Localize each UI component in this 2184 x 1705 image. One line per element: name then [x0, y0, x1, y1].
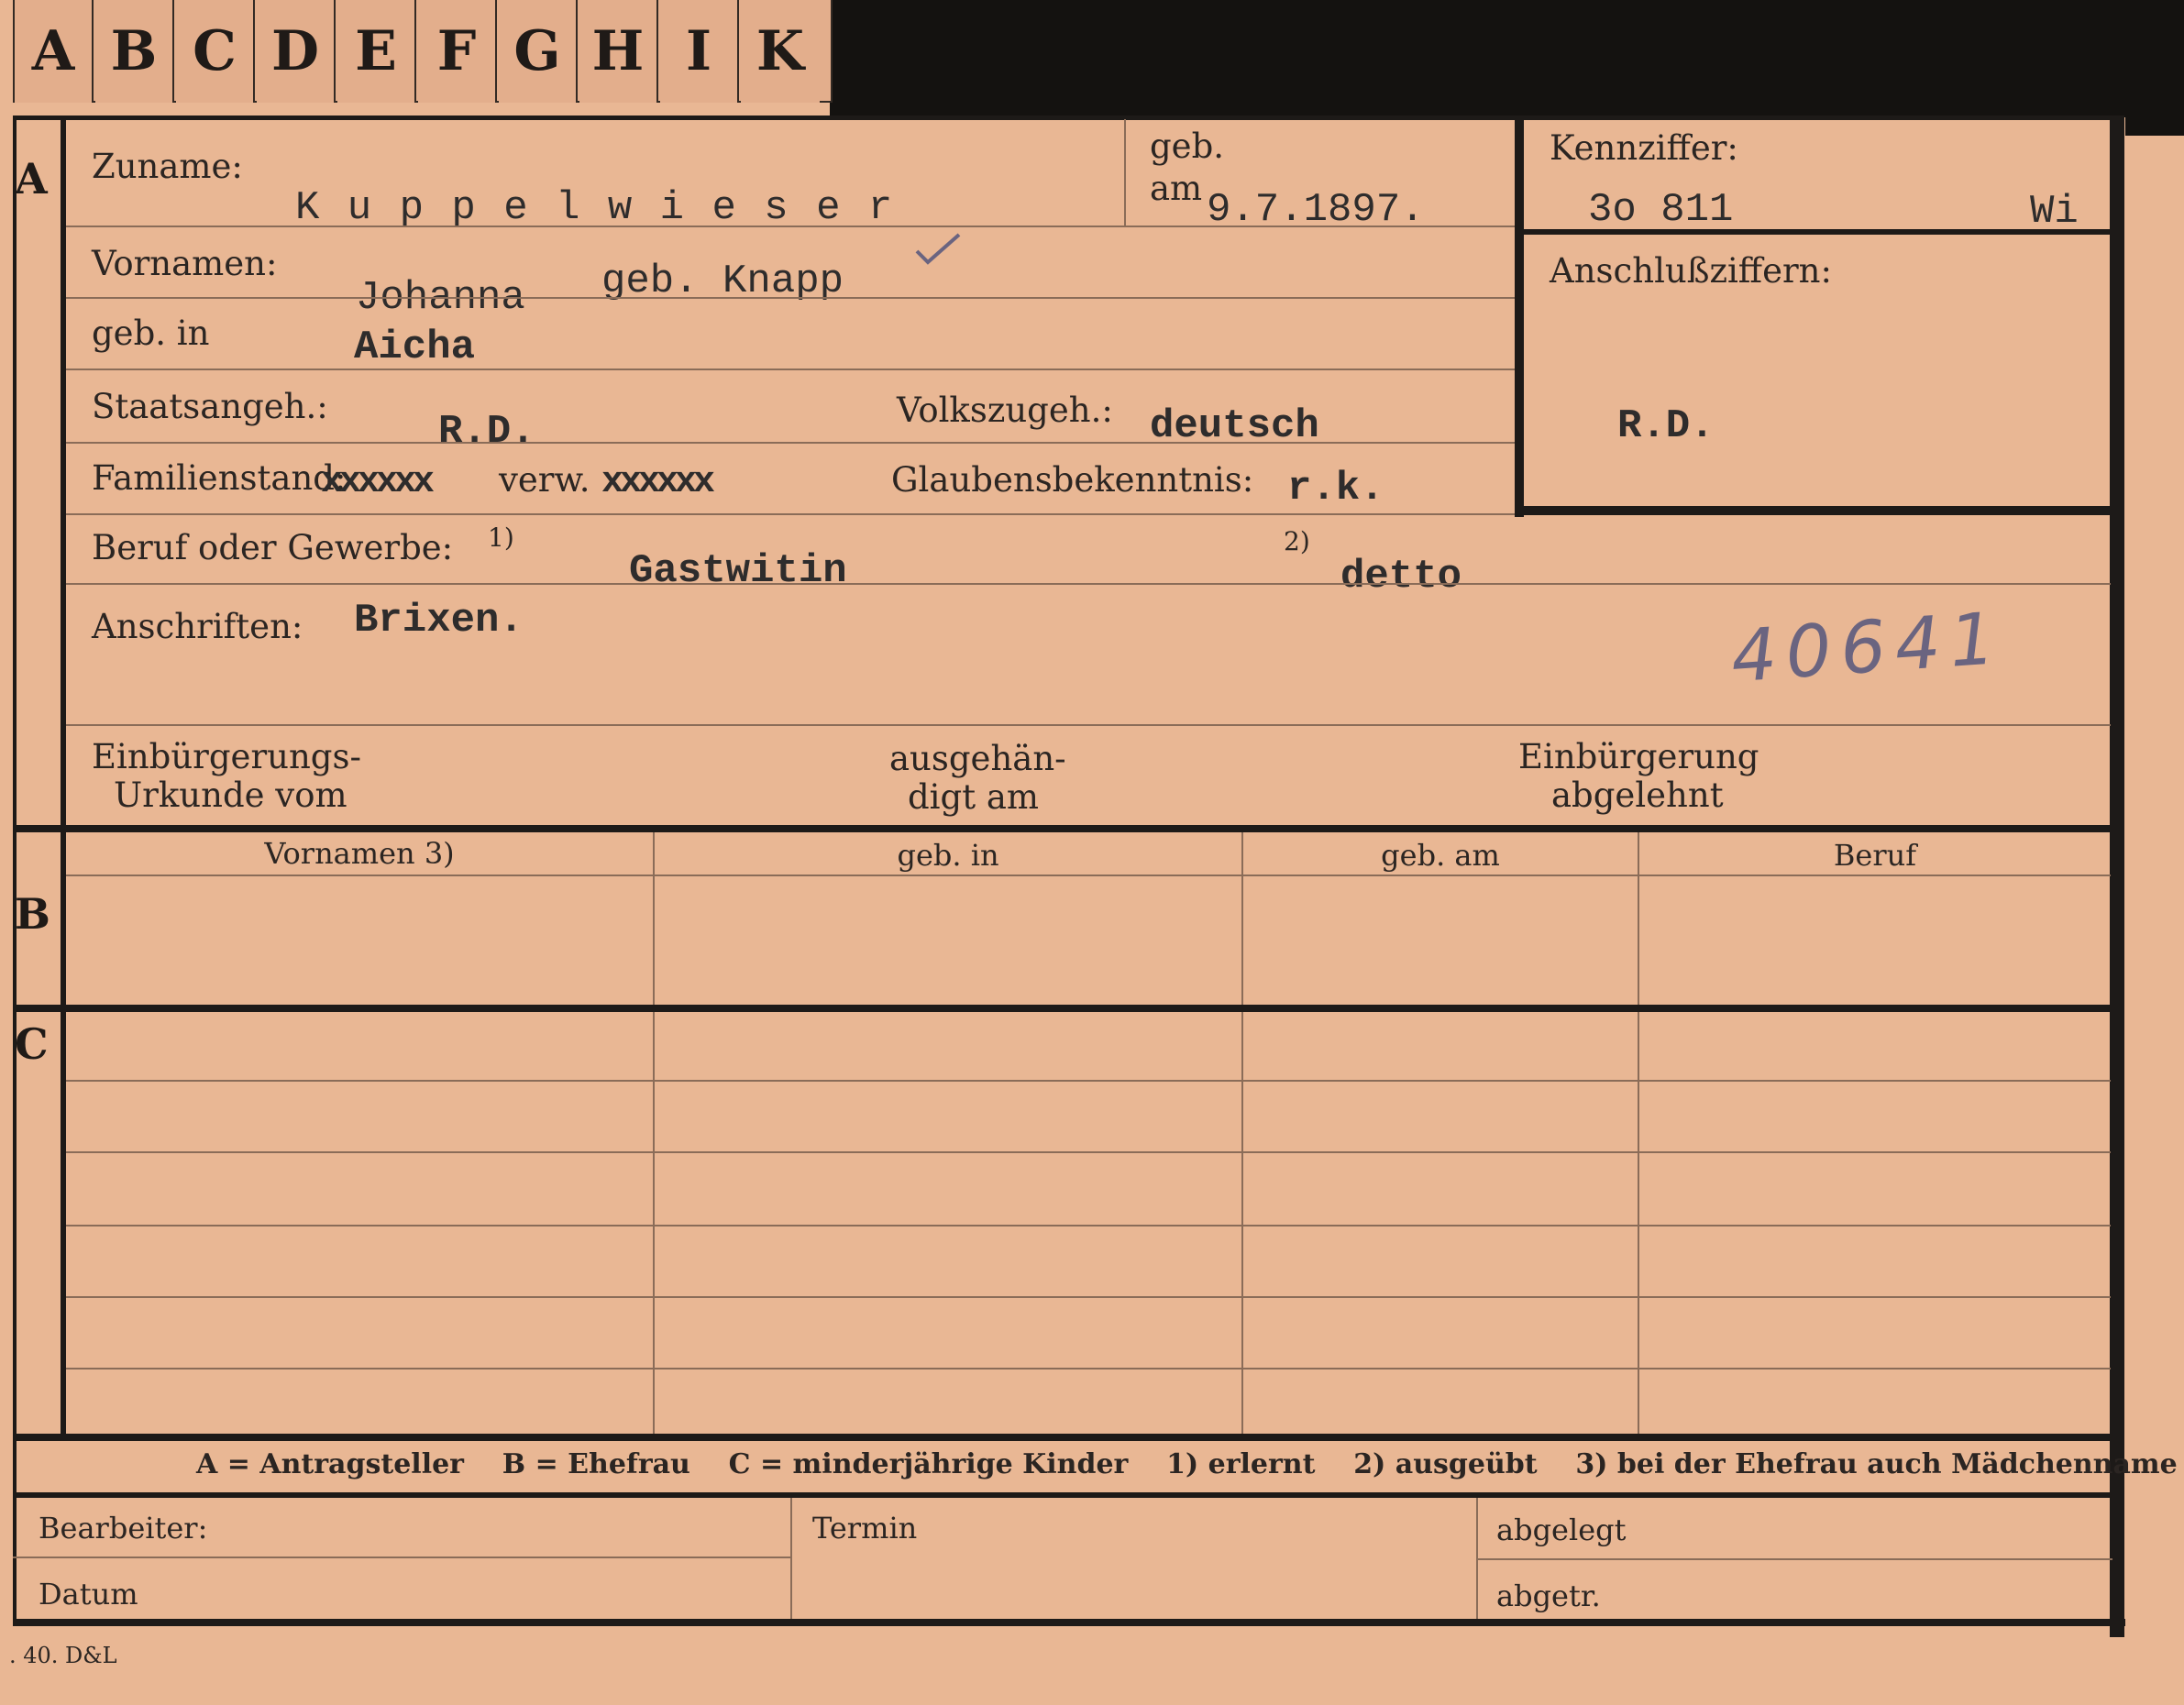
row-line-7	[66, 724, 2111, 726]
c-row-line-3	[66, 1225, 2111, 1226]
footer-row-line-left	[13, 1556, 790, 1558]
geb-label: geb.	[1150, 126, 1225, 166]
einb-abgelehnt-label-1: Einbürgerung	[1518, 737, 1759, 776]
beruf-value-2: detto	[1340, 554, 1462, 600]
glaubens-label: Glaubensbekenntnis:	[891, 460, 1254, 500]
anschluss-label: Anschlußziffern:	[1550, 251, 1832, 291]
scan-background-right	[2125, 117, 2184, 136]
kennziffer-suffix: Wi	[2030, 189, 2079, 235]
vornamen-label: Vornamen:	[92, 244, 278, 283]
section-b-top	[13, 825, 2112, 832]
row-line-1	[66, 226, 1515, 227]
kennziffer-value: 3o 811	[1588, 187, 1734, 233]
familienstand-strikeout-2: xxxxxx	[601, 462, 715, 503]
legend-top	[13, 1434, 2112, 1441]
geb-divider	[1124, 119, 1126, 226]
familienstand-strikeout-1: xxxxxx	[321, 462, 435, 503]
col-geb-in: geb. in	[897, 838, 999, 873]
kennziffer-label: Kennziffer:	[1550, 128, 1738, 168]
ausgehaendigt-label-2: digt am	[908, 777, 1039, 817]
beruf-value-1: Gastwitin	[629, 548, 847, 594]
tab-b[interactable]: B	[95, 0, 174, 103]
einb-urkunde-label-2: Urkunde vom	[114, 776, 347, 815]
familienstand-verw: verw.	[499, 460, 590, 500]
index-card: A B C D E F G H I K A Zuname: K u p p e …	[0, 0, 2184, 1705]
beruf-note-1: 1)	[488, 522, 514, 553]
glaubens-value: r.k.	[1287, 466, 1384, 512]
col-beruf: Beruf	[1833, 838, 1917, 873]
col-divider-1	[653, 832, 655, 1437]
footer-divider-1	[790, 1498, 792, 1621]
am-label: am	[1150, 169, 1203, 208]
col-vornamen: Vornamen 3)	[264, 836, 455, 871]
kennziffer-left-border	[1515, 119, 1524, 517]
abgelegt-label: abgelegt	[1496, 1512, 1627, 1547]
datum-label: Datum	[39, 1577, 138, 1612]
geb-in-value: Aicha	[354, 324, 476, 370]
frame-left	[13, 116, 17, 1619]
section-b-header-line	[66, 874, 2111, 876]
tab-h[interactable]: H	[579, 0, 658, 103]
handwritten-number: 40641	[1728, 597, 2007, 699]
tab-k[interactable]: K	[741, 0, 820, 103]
col-divider-2	[1241, 832, 1243, 1437]
staatsangeh-value: R.D.	[438, 409, 535, 455]
einb-abgelehnt-label-2: abgelehnt	[1551, 776, 1724, 815]
section-c-marker: C	[15, 1019, 49, 1069]
ausgehaendigt-label-1: ausgehän-	[889, 739, 1066, 778]
anschluss-value: R.D.	[1617, 403, 1715, 449]
footer-row-line-right	[1476, 1558, 2112, 1560]
checkmark-icon	[915, 233, 961, 265]
einb-urkunde-label-1: Einbürgerungs-	[92, 737, 361, 776]
tab-f[interactable]: F	[418, 0, 497, 103]
col-geb-am: geb. am	[1381, 838, 1500, 873]
zuname-value: K u p p e l w i e s e r	[295, 185, 895, 231]
tab-i[interactable]: I	[660, 0, 739, 103]
tab-c[interactable]: C	[176, 0, 255, 103]
volkszugeh-label: Volkszugeh.:	[897, 390, 1113, 430]
beruf-note-2: 2)	[1284, 526, 1310, 556]
legend-bottom	[13, 1492, 2112, 1498]
zuname-label: Zuname:	[92, 147, 243, 186]
tab-g[interactable]: G	[499, 0, 578, 103]
row-line-4	[66, 442, 1515, 444]
section-a-marker: A	[15, 154, 48, 204]
frame-right	[2110, 116, 2124, 1637]
anschriften-value: Brixen.	[354, 598, 524, 644]
col-divider-3	[1638, 832, 1639, 1437]
beruf-label: Beruf oder Gewerbe:	[92, 528, 454, 567]
row-line-5	[66, 513, 1515, 515]
tab-d[interactable]: D	[257, 0, 336, 103]
c-row-line-2	[66, 1151, 2111, 1153]
legend-text: A = Antragsteller B = Ehefrau C = minder…	[196, 1448, 2178, 1480]
geb-in-label: geb. in	[92, 314, 210, 353]
frame-top	[13, 116, 2112, 120]
tab-e[interactable]: E	[337, 0, 416, 103]
tab-a[interactable]: A	[15, 0, 94, 103]
section-b-marker: B	[15, 889, 50, 939]
row-line-6	[66, 583, 2111, 585]
kennziffer-divider	[1524, 229, 2111, 235]
abgetr-label: abgetr.	[1496, 1578, 1601, 1613]
marker-column-divider	[61, 116, 66, 1436]
c-row-line-4	[66, 1296, 2111, 1298]
row-line-3	[66, 368, 1515, 370]
anschriften-label: Anschriften:	[92, 607, 303, 646]
print-mark: . 40. D&L	[9, 1643, 117, 1668]
bearbeiter-label: Bearbeiter:	[39, 1511, 208, 1546]
footer-bottom	[13, 1619, 2125, 1626]
row-line-2	[66, 297, 1515, 299]
kennziffer-bottom-border	[1515, 506, 2112, 515]
c-row-line-1	[66, 1080, 2111, 1082]
section-c-top	[13, 1005, 2112, 1012]
c-row-line-5	[66, 1368, 2111, 1370]
termin-label: Termin	[812, 1511, 918, 1546]
familienstand-label: Familienstand:	[92, 458, 347, 498]
staatsangeh-label: Staatsangeh.:	[92, 387, 328, 426]
scan-background	[830, 0, 2184, 117]
letter-tabs: A B C D E F G H I K	[13, 0, 833, 103]
